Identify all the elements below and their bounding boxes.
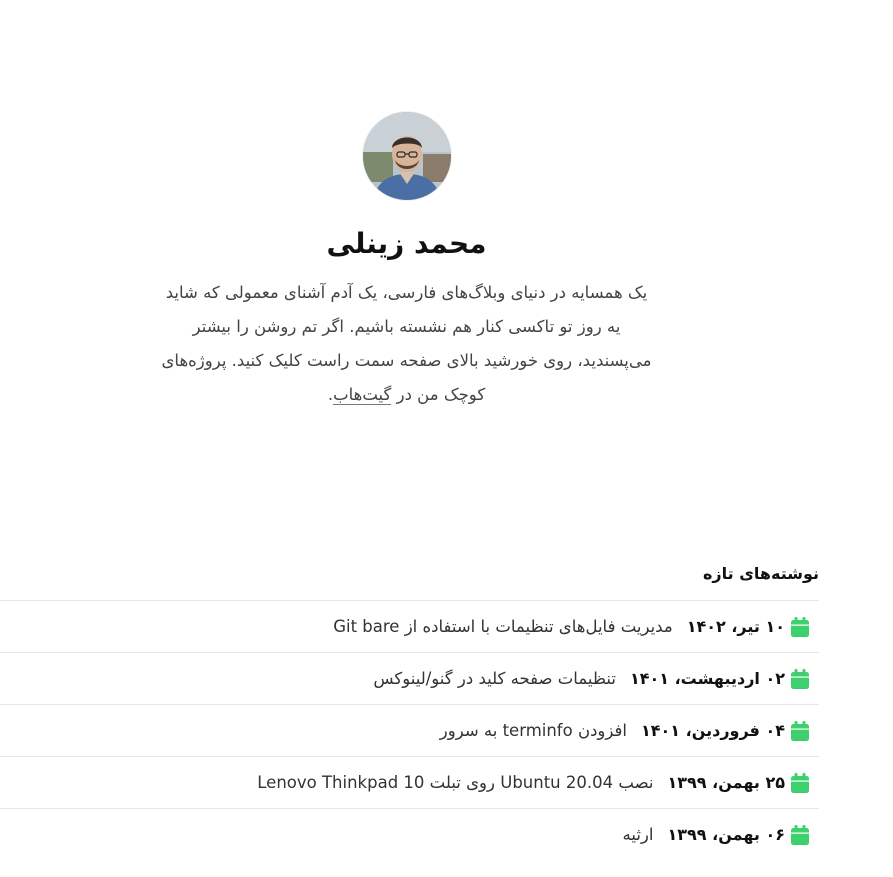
post-link[interactable]: تنظیمات صفحه کلید در گنو/لینوکس bbox=[373, 669, 616, 688]
post-link[interactable]: مدیریت فایل‌های تنظیمات با استفاده از Gi… bbox=[333, 617, 672, 636]
github-link[interactable]: گیت‌هاب bbox=[333, 385, 392, 405]
post-date: ۰۴ فروردین، ۱۴۰۱ bbox=[640, 721, 785, 740]
post-item: ۰۶ بهمن، ۱۳۹۹ ارثیه bbox=[0, 809, 819, 860]
calendar-icon bbox=[791, 720, 809, 741]
recent-posts-section: نوشته‌های تازه ۱۰ تیر، ۱۴۰۲ مدیریت فایل‌… bbox=[0, 548, 819, 860]
post-item: ۰۴ فروردین، ۱۴۰۱ افزودن terminfo به سرور bbox=[0, 705, 819, 757]
calendar-icon bbox=[791, 772, 809, 793]
avatar-photo bbox=[362, 112, 451, 200]
post-link[interactable]: ارثیه bbox=[623, 825, 654, 844]
author-name: محمد زینلی bbox=[326, 227, 487, 260]
post-item: ۲۵ بهمن، ۱۳۹۹ نصب Ubuntu 20.04 روی تبلت … bbox=[0, 757, 819, 809]
post-date: ۲۵ بهمن، ۱۳۹۹ bbox=[667, 773, 785, 792]
post-link[interactable]: نصب Ubuntu 20.04 روی تبلت Lenovo Thinkpa… bbox=[257, 773, 653, 792]
profile-section: محمد زینلی یک همسایه در دنیای وبلاگ‌های … bbox=[0, 112, 813, 412]
bio-text: یک همسایه در دنیای وبلاگ‌های فارسی، یک آ… bbox=[161, 283, 652, 404]
post-date: ۰۶ بهمن، ۱۳۹۹ bbox=[667, 825, 785, 844]
avatar bbox=[362, 112, 451, 200]
post-item: ۱۰ تیر، ۱۴۰۲ مدیریت فایل‌های تنظیمات با … bbox=[0, 601, 819, 653]
post-item: ۰۲ اردیبهشت، ۱۴۰۱ تنظیمات صفحه کلید در گ… bbox=[0, 653, 819, 705]
calendar-icon bbox=[791, 668, 809, 689]
post-list: ۱۰ تیر، ۱۴۰۲ مدیریت فایل‌های تنظیمات با … bbox=[0, 601, 819, 860]
post-date: ۱۰ تیر، ۱۴۰۲ bbox=[686, 617, 785, 636]
calendar-icon bbox=[791, 824, 809, 845]
post-date: ۰۲ اردیبهشت، ۱۴۰۱ bbox=[629, 669, 785, 688]
calendar-icon bbox=[791, 616, 809, 637]
author-bio: یک همسایه در دنیای وبلاگ‌های فارسی، یک آ… bbox=[162, 276, 652, 412]
recent-posts-title: نوشته‌های تازه bbox=[0, 548, 819, 601]
post-link[interactable]: افزودن terminfo به سرور bbox=[440, 721, 627, 740]
